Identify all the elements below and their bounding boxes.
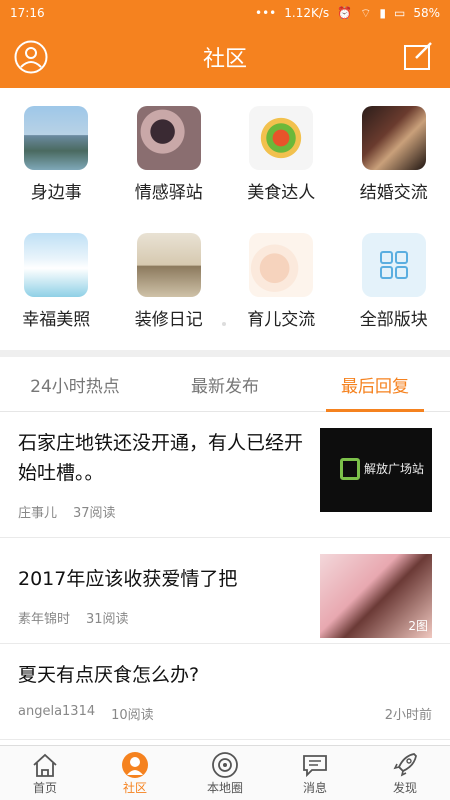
nav-label: 本地圈 bbox=[206, 780, 243, 795]
network-speed: 1.12K/s bbox=[284, 6, 330, 20]
more-dots-icon: ••• bbox=[255, 6, 277, 20]
nav-label: 首页 bbox=[32, 780, 57, 795]
girl-photo bbox=[136, 106, 201, 170]
nav-label: 发现 bbox=[392, 780, 417, 795]
status-time: 17:16 bbox=[10, 6, 45, 20]
nav-local[interactable]: 本地圈 bbox=[180, 746, 270, 800]
nav-label: 社区 bbox=[122, 780, 147, 795]
category-label: 美食达人 bbox=[247, 183, 316, 203]
category-parenting[interactable]: 育儿交流 bbox=[225, 233, 338, 350]
compose-icon[interactable] bbox=[402, 40, 434, 72]
tab-24h-hot[interactable]: 24小时热点 bbox=[0, 357, 150, 411]
nav-community[interactable]: 社区 bbox=[90, 746, 180, 800]
page-indicator-dot bbox=[222, 322, 226, 326]
post-thumbnail: 2图 bbox=[320, 554, 432, 638]
category-photos[interactable]: 幸福美照 bbox=[0, 233, 113, 350]
battery-level: 58% bbox=[413, 6, 440, 20]
nav-home[interactable]: 首页 bbox=[0, 746, 90, 800]
alarm-icon: ⏰ bbox=[337, 6, 353, 20]
post-author: 素年锦时 bbox=[18, 612, 71, 627]
category-local-news[interactable]: 身边事 bbox=[0, 106, 113, 223]
message-icon bbox=[303, 754, 327, 777]
local-circle-icon bbox=[212, 751, 238, 778]
category-label: 幸福美照 bbox=[22, 310, 91, 330]
post-reads: 10阅读 bbox=[111, 708, 154, 723]
post-time: 2小时前 bbox=[384, 708, 432, 723]
image-count-badge: 2图 bbox=[408, 619, 428, 633]
grid-icon bbox=[361, 233, 426, 297]
rocket-icon bbox=[393, 752, 417, 776]
category-decoration[interactable]: 装修日记 bbox=[113, 233, 226, 350]
city-photo bbox=[24, 106, 89, 170]
category-emotion[interactable]: 情感驿站 bbox=[113, 106, 226, 223]
category-label: 育儿交流 bbox=[247, 310, 316, 330]
profile-icon[interactable] bbox=[14, 40, 48, 74]
post-reads: 37阅读 bbox=[73, 506, 116, 521]
community-icon bbox=[122, 751, 148, 778]
status-bar: 17:16 ••• 1.12K/s ⏰ ⌔ ▮ ▭ 58% bbox=[0, 0, 450, 26]
nav-discover[interactable]: 发现 bbox=[360, 746, 450, 800]
category-label: 身边事 bbox=[30, 183, 82, 203]
post-thumbnail: 解放广场站 bbox=[320, 428, 432, 512]
category-label: 结婚交流 bbox=[359, 183, 428, 203]
couple-photo bbox=[24, 233, 89, 297]
battery-icon: ▭ bbox=[393, 6, 406, 20]
post-author: 庄事儿 bbox=[18, 506, 58, 521]
list-item[interactable]: 2017年应该收获爱情了把 素年锦时 31阅读 2图 bbox=[0, 538, 450, 644]
category-grid: 身边事 情感驿站 美食达人 结婚交流 幸福美照 装修日记 育儿交流 全部版块 bbox=[0, 88, 450, 350]
post-author: angela1314 bbox=[18, 704, 96, 719]
category-wedding[interactable]: 结婚交流 bbox=[338, 106, 450, 223]
tab-last-reply[interactable]: 最后回复 bbox=[300, 357, 450, 412]
signal-icon: ▮ bbox=[379, 6, 386, 20]
header: 社区 bbox=[0, 26, 450, 88]
nav-messages[interactable]: 消息 bbox=[270, 746, 360, 800]
tab-latest[interactable]: 最新发布 bbox=[150, 357, 300, 411]
tab-bar: 24小时热点 最新发布 最后回复 bbox=[0, 357, 450, 412]
nav-label: 消息 bbox=[302, 780, 327, 795]
category-label: 全部版块 bbox=[359, 310, 428, 330]
section-divider bbox=[0, 350, 450, 357]
category-all-sections[interactable]: 全部版块 bbox=[338, 233, 450, 350]
baby-photo bbox=[249, 233, 314, 297]
page-title: 社区 bbox=[202, 47, 247, 72]
post-reads: 31阅读 bbox=[86, 612, 129, 627]
home-icon bbox=[33, 753, 57, 777]
post-list: 石家庄地铁还没开通，有人已经开始吐槽。。 庄事儿 37阅读 解放广场站 2017… bbox=[0, 412, 450, 745]
post-title: 2017年应该收获爱情了把 bbox=[18, 568, 238, 590]
wifi-icon: ⌔ bbox=[360, 5, 372, 20]
post-title: 石家庄地铁还没开通，有人已经开始吐槽。。 bbox=[18, 432, 304, 484]
wedding-photo bbox=[361, 106, 426, 170]
station-sign: 解放广场站 bbox=[364, 462, 425, 476]
room-photo bbox=[136, 233, 201, 297]
list-item[interactable]: 石家庄地铁还没开通，有人已经开始吐槽。。 庄事儿 37阅读 解放广场站 bbox=[0, 412, 450, 538]
food-photo bbox=[249, 106, 314, 170]
bottom-nav: 首页 社区 本地圈 消息 发现 bbox=[0, 745, 450, 800]
post-title: 夏天有点厌食怎么办? bbox=[18, 664, 200, 686]
category-food[interactable]: 美食达人 bbox=[225, 106, 338, 223]
category-label: 装修日记 bbox=[134, 310, 203, 330]
list-item[interactable]: 夏天有点厌食怎么办? angela1314 10阅读 2小时前 bbox=[0, 644, 450, 740]
category-label: 情感驿站 bbox=[134, 183, 203, 203]
